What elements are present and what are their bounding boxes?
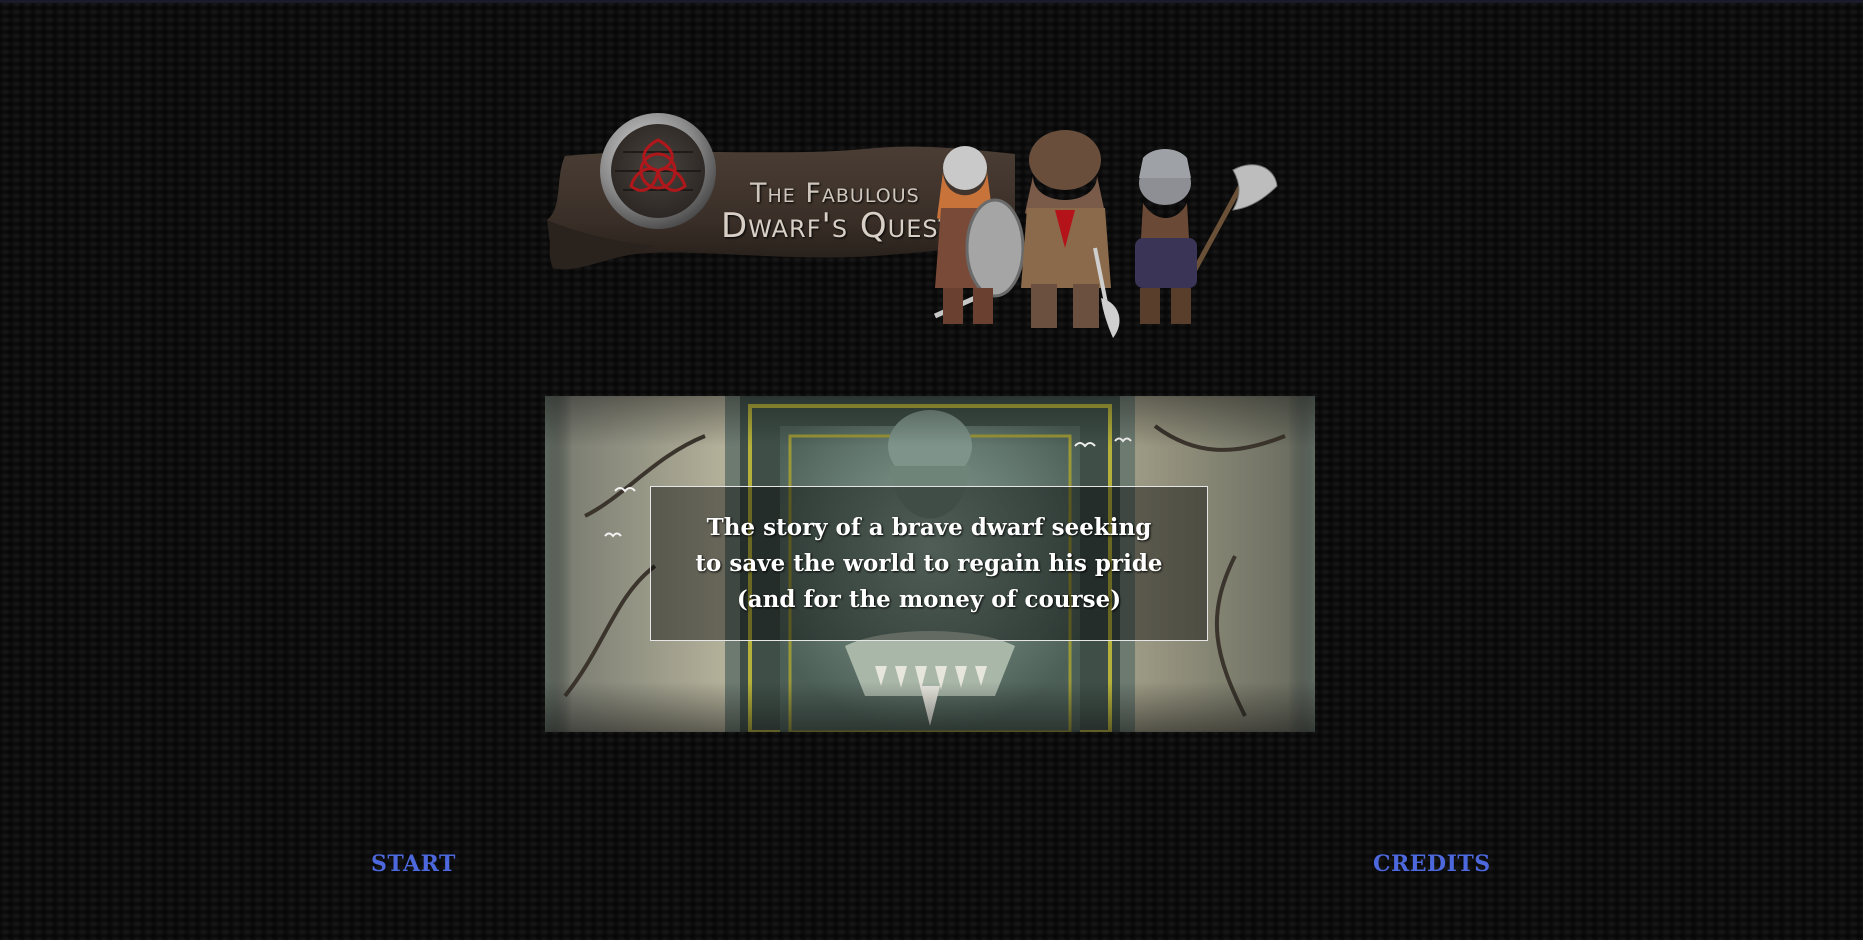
game-logo: The Fabulous Dwarf's Quest bbox=[545, 98, 1325, 348]
top-border bbox=[0, 0, 1863, 3]
story-text-box: The story of a brave dwarf seeking to sa… bbox=[650, 486, 1208, 641]
story-line-1: The story of a brave dwarf seeking bbox=[706, 513, 1152, 541]
dwarf-heroes-illustration bbox=[933, 130, 1278, 338]
story-panel: The story of a brave dwarf seeking to sa… bbox=[545, 396, 1315, 732]
credits-link[interactable]: CREDITS bbox=[1373, 851, 1491, 877]
story-line-3: (and for the money of course) bbox=[736, 585, 1122, 613]
story-line-2: to save the world to regain his pride bbox=[695, 549, 1163, 577]
celtic-knot-shield-icon bbox=[600, 113, 716, 229]
logo-title-small: The Fabulous bbox=[750, 178, 920, 209]
start-link[interactable]: START bbox=[371, 851, 456, 877]
story-text: The story of a brave dwarf seeking to sa… bbox=[695, 510, 1162, 618]
